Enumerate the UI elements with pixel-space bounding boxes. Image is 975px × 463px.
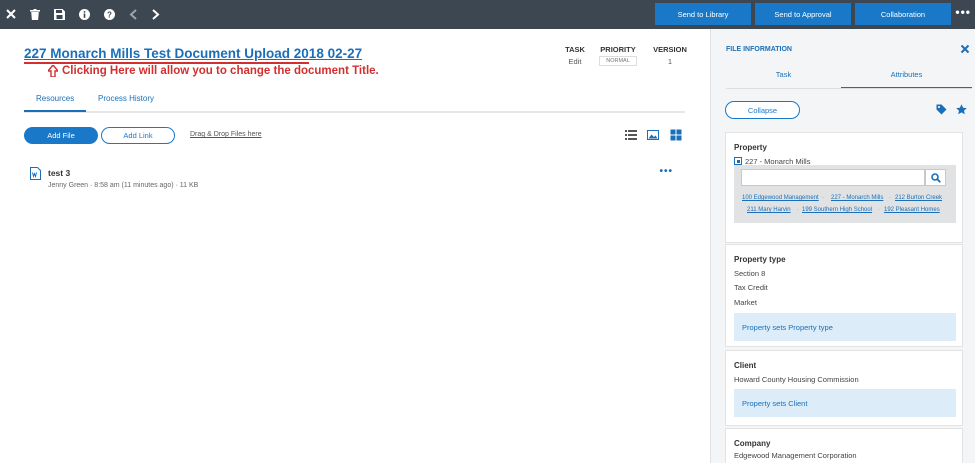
annotation-text: Clicking Here will allow you to change t…	[62, 65, 379, 77]
property-type-note: Property sets Property type	[734, 313, 956, 341]
document-title[interactable]: 227 Monarch Mills Test Document Upload 2…	[24, 46, 362, 61]
suggestion-link[interactable]: 100 Edgewood Management	[742, 195, 819, 201]
collapse-button[interactable]: Collapse	[725, 101, 800, 119]
property-type-card: Property type Section 8 Tax Credit Marke…	[725, 244, 963, 347]
property-type-option[interactable]: Market	[734, 298, 757, 307]
list-item: test 3 Jenny Green · 8:58 am (11 minutes…	[30, 166, 685, 196]
main-tabs: Resources Process History	[23, 88, 685, 113]
toolbar: ? Send to Library Send to Approval Colla…	[0, 0, 975, 29]
property-card: Property 227 - Monarch Mills 100 Edgewoo…	[725, 132, 963, 243]
add-link-button[interactable]: Add Link	[101, 127, 175, 144]
info-icon[interactable]	[74, 4, 94, 24]
tab-process-history[interactable]: Process History	[98, 94, 154, 103]
client-value: Howard County Housing Commission	[734, 375, 859, 384]
file-more-icon[interactable]: •••	[659, 166, 673, 177]
svg-text:?: ?	[107, 10, 112, 19]
save-icon[interactable]	[49, 4, 69, 24]
client-card: Client Howard County Housing Commission …	[725, 350, 963, 426]
version-label: VERSION	[653, 45, 687, 54]
task-value: Edit	[568, 57, 582, 66]
annotation-underline	[24, 62, 309, 64]
close-icon[interactable]	[960, 44, 970, 54]
company-heading: Company	[734, 439, 771, 448]
file-name[interactable]: test 3	[48, 168, 70, 178]
search-button[interactable]	[925, 169, 946, 186]
tab-resources[interactable]: Resources	[23, 94, 87, 112]
version-meta: VERSION 1	[652, 45, 688, 66]
property-search-input[interactable]	[741, 169, 925, 186]
tab-divider	[726, 88, 972, 89]
task-meta: TASK Edit	[561, 45, 589, 66]
forward-icon[interactable]	[146, 4, 166, 24]
image-view-icon[interactable]	[647, 129, 659, 141]
file-information-panel: FILE INFORMATION Task Attributes Collaps…	[710, 29, 975, 463]
send-to-library-button[interactable]: Send to Library	[655, 3, 751, 25]
property-heading: Property	[734, 143, 767, 152]
send-to-approval-button[interactable]: Send to Approval	[755, 3, 851, 25]
collaboration-button[interactable]: Collaboration	[855, 3, 951, 25]
title-annotation: Clicking Here will allow you to change t…	[48, 65, 379, 77]
property-type-option[interactable]: Section 8	[734, 269, 765, 278]
back-icon[interactable]	[123, 4, 143, 24]
tab-attributes[interactable]: Attributes	[841, 69, 972, 89]
suggestion-link[interactable]: 211 Mary Harvin	[747, 207, 791, 213]
suggestion-link[interactable]: 192 Pleasant Homes	[884, 207, 940, 213]
help-icon[interactable]: ?	[99, 4, 119, 24]
word-file-icon	[30, 167, 41, 180]
close-icon[interactable]	[1, 4, 21, 24]
client-note: Property sets Client	[734, 389, 956, 417]
priority-meta: PRIORITY NORMAL	[596, 45, 640, 66]
drag-drop-link[interactable]: Drag & Drop Files here	[190, 131, 262, 138]
star-icon[interactable]	[956, 104, 967, 115]
property-type-option[interactable]: Tax Credit	[734, 283, 768, 292]
suggestion-link[interactable]: 227 - Monarch Mills	[831, 195, 883, 201]
trash-icon[interactable]	[25, 4, 45, 24]
grid-view-icon[interactable]	[670, 129, 682, 141]
task-label: TASK	[565, 45, 585, 54]
version-value: 1	[667, 57, 673, 66]
up-arrow-icon	[48, 65, 58, 77]
client-heading: Client	[734, 361, 757, 370]
company-card: Company Edgewood Management Corporation	[725, 428, 963, 463]
checkbox-icon[interactable]	[734, 157, 742, 165]
priority-label: PRIORITY	[600, 45, 636, 54]
tag-icon[interactable]	[936, 104, 947, 115]
suggestion-link[interactable]: 212 Burton Creek	[895, 195, 942, 201]
property-search-box: 100 Edgewood Management · 227 - Monarch …	[734, 165, 956, 223]
panel-tabs: Task Attributes	[726, 69, 972, 89]
panel-title: FILE INFORMATION	[726, 46, 792, 53]
company-value: Edgewood Management Corporation	[734, 451, 857, 460]
priority-badge: NORMAL	[599, 56, 637, 66]
file-meta: Jenny Green · 8:58 am (11 minutes ago) ·…	[48, 182, 199, 189]
more-menu-icon[interactable]: •••	[955, 5, 971, 19]
property-type-heading: Property type	[734, 255, 786, 264]
suggestion-link[interactable]: 199 Southern High School	[802, 207, 872, 213]
list-view-icon[interactable]	[625, 129, 637, 141]
tab-task[interactable]: Task	[726, 69, 841, 89]
search-icon	[930, 172, 941, 183]
add-file-button[interactable]: Add File	[24, 127, 98, 144]
